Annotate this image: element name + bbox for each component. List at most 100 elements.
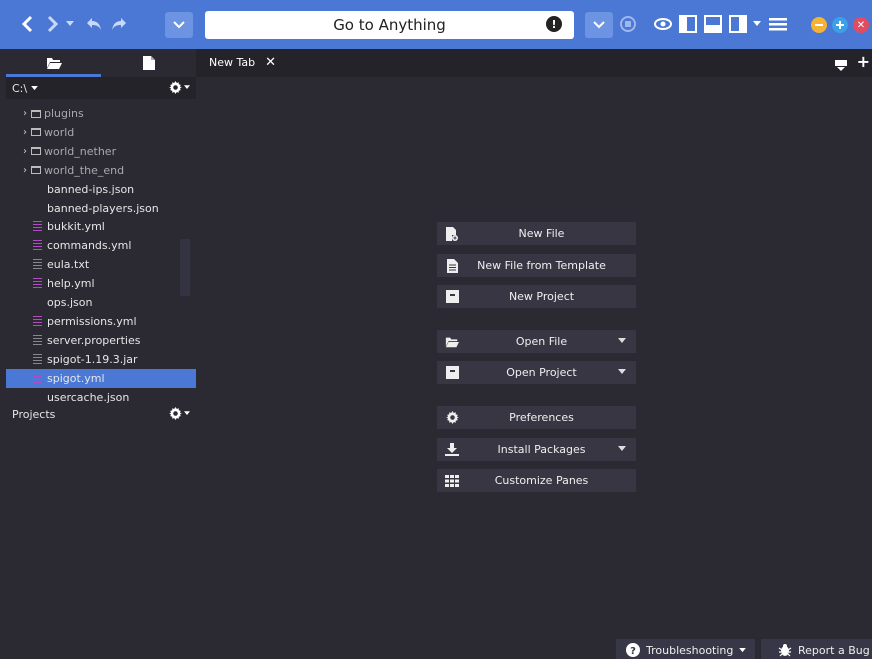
tree-folder-item[interactable]: › world (6, 123, 196, 142)
alert-icon[interactable]: ! (546, 16, 562, 32)
close-tab-icon[interactable]: ✕ (265, 55, 276, 70)
tab-new-tab[interactable]: New Tab ✕ (209, 55, 276, 70)
focus-mode-button[interactable] (652, 10, 674, 38)
tree-file-item[interactable]: ops.json (6, 293, 196, 312)
maximize-button[interactable] (832, 17, 848, 33)
projects-label: Projects (12, 407, 56, 421)
tree-file-item[interactable]: help.yml (6, 274, 196, 293)
chevron-right-icon[interactable]: › (20, 127, 30, 138)
left-pane-icon (679, 15, 697, 33)
caret-down-icon (184, 85, 190, 89)
quick-start-label: Open Project (506, 366, 577, 379)
chevron-right-icon[interactable]: › (20, 165, 30, 176)
caret-down-icon[interactable] (618, 338, 626, 343)
tree-item-label: banned-ips.json (47, 182, 135, 196)
places-header: C:\ (6, 77, 196, 99)
new-file-button[interactable]: New File (437, 222, 636, 245)
history-dropdown[interactable] (64, 10, 76, 38)
folder-icon (31, 147, 41, 156)
redo-button[interactable] (108, 10, 130, 38)
install-packages-button[interactable]: Install Packages (437, 438, 636, 461)
tree-item-label: usercache.json (47, 390, 130, 404)
tree-item-label: plugins (44, 107, 84, 120)
places-settings-button[interactable] (169, 81, 190, 94)
folder-icon (31, 109, 41, 118)
tab-places[interactable] (6, 49, 101, 77)
toggle-bottom-pane-button[interactable] (703, 10, 723, 38)
tree-folder-item[interactable]: › world_nether (6, 142, 196, 161)
panes-dropdown[interactable] (752, 10, 762, 38)
caret-down-icon[interactable] (618, 446, 626, 451)
tree-item-label: commands.yml (47, 239, 132, 253)
tab-open-files[interactable] (101, 49, 196, 77)
tab-list-button[interactable] (834, 57, 848, 76)
redo-icon (112, 18, 126, 30)
troubleshooting-button[interactable]: ? Troubleshooting (616, 639, 755, 659)
customize-panes-button[interactable]: Customize Panes (437, 469, 636, 492)
new-file-from-template-button[interactable]: New File from Template (437, 254, 636, 277)
sidebar-tabs (6, 49, 196, 77)
file-tree-scrollbar[interactable] (180, 239, 190, 296)
editor-tab-bar: New Tab ✕ + (196, 49, 872, 77)
toggle-left-pane-button[interactable] (678, 10, 698, 38)
tree-file-item[interactable]: bukkit.yml (6, 217, 196, 236)
file-icon (33, 240, 42, 252)
tree-folder-item[interactable]: › world_the_end (6, 161, 196, 180)
undo-button[interactable] (83, 10, 105, 38)
file-icon (33, 278, 42, 290)
chevron-right-icon[interactable]: › (20, 108, 30, 119)
goto-dropdown[interactable] (585, 12, 613, 38)
new-project-button[interactable]: New Project (437, 285, 636, 308)
plus-icon (836, 21, 844, 29)
plus-icon: + (856, 52, 870, 71)
add-tab-button[interactable]: + (856, 52, 870, 71)
record-macro-button[interactable] (617, 10, 639, 38)
chevron-right-icon (47, 15, 59, 33)
chevron-down-icon (593, 21, 605, 29)
chevron-down-icon (173, 21, 185, 29)
tree-file-item[interactable]: eula.txt (6, 255, 196, 274)
chevron-right-icon[interactable]: › (20, 146, 30, 157)
tree-file-item[interactable]: usercache.json (6, 388, 196, 407)
tree-item-label: world_nether (44, 144, 117, 158)
bug-icon (778, 644, 792, 657)
toggle-right-pane-button[interactable] (728, 10, 748, 38)
main-menu-button[interactable] (767, 10, 789, 38)
tree-item-label: spigot.yml (47, 371, 105, 385)
open-file-button[interactable]: Open File (437, 330, 636, 353)
tree-file-item[interactable]: commands.yml (6, 236, 196, 255)
file-icon (33, 334, 42, 346)
tree-item-label: banned-players.json (47, 201, 159, 215)
quick-start-label: Preferences (509, 411, 574, 424)
preferences-button[interactable]: Preferences (437, 406, 636, 429)
projects-settings-button[interactable] (169, 407, 190, 420)
back-button[interactable] (16, 10, 38, 38)
caret-down-icon[interactable] (618, 369, 626, 374)
caret-down-icon[interactable] (31, 85, 38, 91)
forward-button[interactable] (42, 10, 64, 38)
tree-file-item[interactable]: banned-ips.json (6, 180, 196, 199)
close-window-button[interactable]: ✕ (853, 17, 869, 33)
report-bug-button[interactable]: Report a Bug (761, 639, 872, 659)
open-project-button[interactable]: Open Project (437, 361, 636, 384)
quick-start-label: Customize Panes (494, 474, 589, 487)
goto-anything-input[interactable]: Go to Anything ! (205, 11, 574, 39)
tree-item-label: server.properties (47, 333, 141, 347)
help-circle-icon: ? (626, 643, 640, 657)
minimize-button[interactable] (811, 17, 827, 33)
tree-file-item[interactable]: server.properties (6, 331, 196, 350)
tree-item-label: world (44, 125, 75, 139)
template-file-icon (445, 258, 459, 273)
bottom-pane-icon (704, 15, 722, 33)
minus-icon (815, 24, 823, 26)
tree-item-label: world_the_end (44, 163, 125, 177)
tree-file-item[interactable]: permissions.yml (6, 312, 196, 331)
tree-file-item[interactable]: spigot.yml (6, 368, 196, 388)
toolbar-menu-dropdown[interactable] (165, 12, 193, 38)
path-selector[interactable]: C:\ (12, 82, 27, 95)
tree-folder-item[interactable]: › plugins (6, 104, 196, 123)
main-toolbar: Go to Anything ! ✕ (0, 0, 872, 49)
tree-file-item[interactable]: banned-players.json (6, 199, 196, 218)
gear-icon (445, 411, 459, 424)
tree-file-item[interactable]: spigot-1.19.3.jar (6, 350, 196, 369)
